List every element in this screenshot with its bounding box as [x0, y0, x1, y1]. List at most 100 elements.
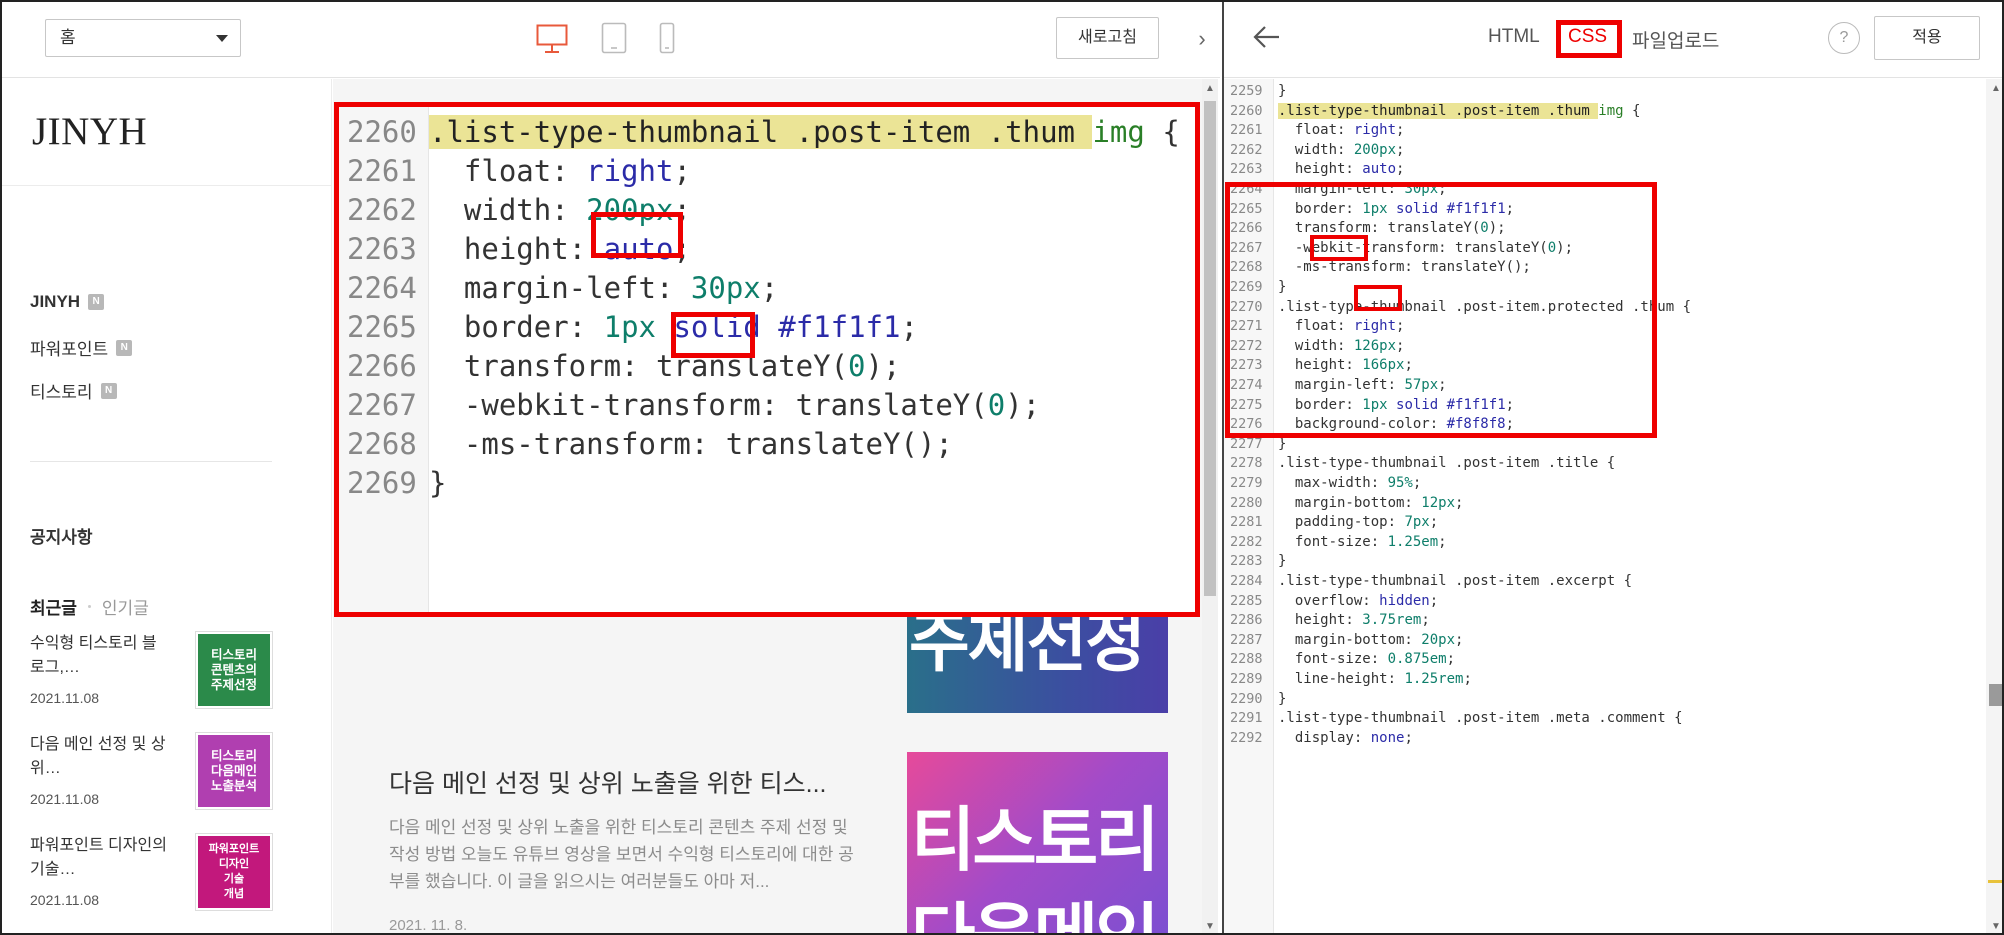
- post-thumbnail-image[interactable]: 티스토리 다음메인: [907, 752, 1168, 933]
- thumb-text: 콘텐츠의: [210, 662, 257, 677]
- code-token: -webkit-transform: translateY(: [429, 388, 988, 422]
- code-text: .list-type-thumbnail .post-item .thum im…: [1274, 102, 1641, 119]
- highlight-box-margin: [671, 312, 755, 358]
- code-text: float: right;: [429, 154, 691, 188]
- page-select[interactable]: 홈: [45, 19, 241, 57]
- thumb-text: 노출분석: [210, 778, 257, 793]
- code-token: width:: [1278, 141, 1354, 158]
- tab-css[interactable]: CSS: [1568, 26, 1607, 48]
- refresh-button[interactable]: 새로고침: [1056, 17, 1159, 59]
- code-text: width: 200px;: [1274, 141, 1405, 158]
- code-token: ;: [1446, 651, 1456, 668]
- mobile-view-icon[interactable]: [659, 22, 675, 54]
- scroll-up-icon[interactable]: ▲: [1986, 81, 2002, 97]
- preview-pane: 홈 새로고침 › JINYH JINYH N 파워포인트 N 티스토리 N 공지…: [2, 2, 1220, 933]
- code-token: 12px: [1421, 494, 1456, 511]
- css-code-editor[interactable]: 2259} 2260 .list-type-thumbnail .post-item…: [1224, 79, 1986, 933]
- category-item-jinyh[interactable]: JINYH N: [30, 292, 105, 312]
- code-token: margin-bottom:: [1278, 631, 1422, 648]
- thumbnail-text: 주제선정: [909, 607, 1146, 679]
- tab-file-upload[interactable]: 파일업로드: [1632, 26, 1719, 53]
- help-button[interactable]: ?: [1828, 22, 1860, 54]
- code-token: 95%: [1387, 475, 1413, 491]
- code-token: height:: [1278, 161, 1363, 178]
- thumb-text: 디자인: [218, 858, 250, 870]
- code-token: ;: [1396, 141, 1405, 158]
- blog-sidebar: JINYH JINYH N 파워포인트 N 티스토리 N 공지사항 최근글 인기…: [2, 79, 332, 933]
- code-text: margin-bottom: 12px;: [1274, 494, 1464, 511]
- recent-post-item[interactable]: 다음 메인 선정 및 상위… 2021.11.08 티스토리 다음메인 노출분석: [30, 732, 274, 813]
- collapse-chevron-icon[interactable]: ›: [1187, 24, 1217, 54]
- code-text: display: none;: [1274, 730, 1413, 746]
- scrollbar-thumb[interactable]: [1989, 684, 2002, 706]
- code-text: }: [1274, 553, 1286, 569]
- code-token: .list-type-thumbnail .post-item .thum: [1278, 102, 1599, 119]
- code-token: 1px: [603, 310, 656, 344]
- recent-post-thumbnail: 파워포인트 디자인 기술 개념: [195, 833, 273, 911]
- code-text: .list-type-thumbnail .post-item .title {: [1274, 455, 1615, 471]
- code-token: max-width:: [1278, 475, 1388, 491]
- page-select-value: 홈: [60, 28, 76, 47]
- recent-post-thumbnail: 티스토리 다음메인 노출분석: [195, 732, 273, 810]
- code-text: }: [429, 466, 446, 500]
- code-token: .list-type-thumbnail .post-item .meta .c…: [1278, 710, 1683, 727]
- desktop-view-icon[interactable]: [536, 24, 568, 54]
- blog-logo[interactable]: JINYH: [32, 109, 147, 154]
- scroll-down-icon[interactable]: ▼: [1202, 919, 1218, 933]
- code-token: border:: [429, 310, 604, 344]
- code-line: 2292 display: none;: [1224, 726, 1984, 751]
- scroll-down-icon[interactable]: ▼: [1986, 919, 2002, 933]
- code-text: }: [1274, 691, 1286, 707]
- thumb-text: 티스토리: [210, 647, 257, 662]
- code-token: width:: [429, 193, 587, 227]
- apply-button[interactable]: 적용: [1874, 16, 1980, 60]
- tab-separator: [87, 605, 91, 608]
- code-token: font-size:: [1278, 533, 1388, 550]
- code-token: margin-bottom:: [1278, 494, 1422, 511]
- code-token: }: [1278, 435, 1287, 452]
- back-arrow-icon[interactable]: [1250, 20, 1284, 54]
- tab-popular[interactable]: 인기글: [102, 594, 149, 619]
- tablet-view-icon[interactable]: [601, 22, 627, 54]
- recent-post-date: 2021.11.08: [30, 892, 100, 908]
- code-token: 1.25rem: [1404, 671, 1464, 687]
- code-token: transform: translateY(: [429, 349, 849, 383]
- caret-down-icon: [216, 35, 228, 42]
- new-badge: N: [88, 294, 105, 310]
- highlight-box-code-block: [1225, 182, 1657, 438]
- notice-link[interactable]: 공지사항: [30, 523, 93, 548]
- divider: [2, 185, 332, 186]
- tab-recent[interactable]: 최근글: [30, 594, 77, 619]
- code-token: margin-left:: [429, 271, 691, 305]
- category-item-tistory[interactable]: 티스토리 N: [30, 378, 117, 403]
- thumbnail-text: 다음메인: [911, 880, 1160, 933]
- editor-toolbar: HTML CSS 파일업로드 ? 적용: [1224, 2, 2002, 78]
- code-token: }: [1278, 553, 1287, 570]
- tab-html[interactable]: HTML: [1488, 26, 1540, 48]
- scroll-up-icon[interactable]: ▲: [1202, 81, 1218, 97]
- code-token: 30px: [690, 271, 761, 305]
- line-number: 2269: [347, 466, 417, 500]
- code-token: auto: [1362, 161, 1397, 178]
- editor-scrollbar[interactable]: ▲ ▼: [1986, 79, 2002, 933]
- scrollbar-thumb[interactable]: [1204, 101, 1216, 596]
- post-title[interactable]: 다음 메인 선정 및 상위 노출을 위한 티스...: [389, 764, 826, 800]
- preview-scrollbar[interactable]: ▲ ▼: [1202, 79, 1218, 933]
- code-token: font-size:: [1278, 651, 1388, 668]
- divider: [30, 461, 272, 462]
- code-token: ;: [1429, 514, 1439, 531]
- code-token: {: [1623, 102, 1641, 119]
- code-token: {: [1144, 115, 1180, 149]
- recent-post-date: 2021.11.08: [30, 690, 100, 706]
- code-token: ;: [1396, 122, 1405, 139]
- post-thumbnail-image[interactable]: 주제선정: [907, 607, 1168, 713]
- recent-post-item[interactable]: 파워포인트 디자인의 기술… 2021.11.08 파워포인트 디자인 기술 개…: [30, 833, 274, 914]
- category-label: 파워포인트: [30, 340, 109, 359]
- code-text: .list-type-thumbnail .post-item .meta .c…: [1274, 710, 1683, 726]
- code-line: 2269}: [339, 458, 1195, 508]
- zoomed-code-callout: 2260 .list-type-thumbnail .post-item .thu…: [334, 102, 1200, 617]
- code-token: }: [429, 466, 447, 500]
- category-item-powerpoint[interactable]: 파워포인트 N: [30, 335, 133, 360]
- recent-post-item[interactable]: 수익형 티스토리 블로그,… 2021.11.08 티스토리 콘텐츠의 주제선정: [30, 631, 274, 712]
- code-token: hidden: [1379, 592, 1430, 609]
